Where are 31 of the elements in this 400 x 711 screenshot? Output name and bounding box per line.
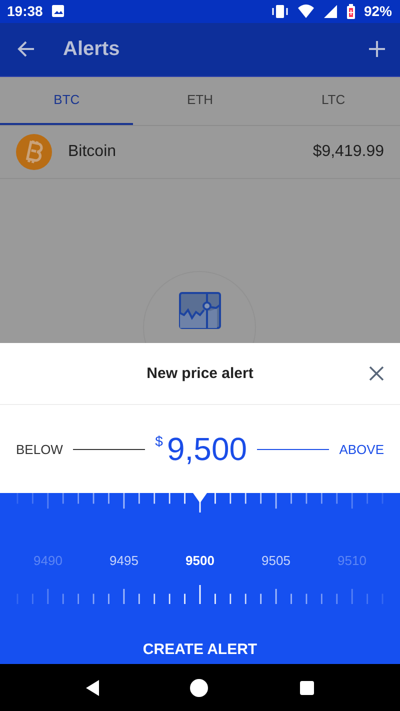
create-alert-button[interactable]: CREATE ALERT bbox=[130, 635, 270, 664]
recents-icon[interactable] bbox=[299, 680, 316, 696]
vibrate-icon bbox=[270, 4, 289, 19]
home-icon[interactable] bbox=[189, 678, 210, 698]
currency-sign: $ bbox=[155, 432, 163, 449]
screen-title: Alerts bbox=[63, 38, 121, 61]
add-icon[interactable] bbox=[368, 40, 386, 58]
coin-name: Bitcoin bbox=[68, 142, 118, 161]
ruler-value[interactable]: 9500 bbox=[162, 552, 238, 568]
wifi-icon bbox=[296, 4, 315, 19]
coin-price: $9,419.99 bbox=[312, 142, 384, 161]
ruler-value[interactable]: 9495 bbox=[86, 552, 162, 568]
close-button[interactable] bbox=[369, 366, 384, 382]
clock-time: 19:38 bbox=[7, 3, 43, 20]
image-icon bbox=[50, 4, 65, 18]
price-value: 9,500 bbox=[166, 430, 248, 468]
battery-icon bbox=[346, 4, 356, 19]
back-arrow-icon[interactable] bbox=[16, 39, 36, 60]
ruler-value[interactable]: 9505 bbox=[238, 552, 314, 568]
direction-option[interactable]: ABOVE bbox=[339, 442, 384, 457]
dialog-title: New price alert bbox=[146, 365, 254, 382]
bitcoin-logo-icon bbox=[16, 134, 52, 170]
direction-option[interactable]: BELOW bbox=[16, 442, 63, 457]
pointer-icon bbox=[193, 493, 207, 504]
coin-tab[interactable]: ETH bbox=[133, 76, 267, 125]
chart-icon bbox=[179, 292, 221, 329]
back-icon[interactable] bbox=[84, 678, 100, 697]
coin-tab[interactable]: LTC bbox=[266, 76, 400, 125]
battery-level: 92% bbox=[364, 3, 392, 20]
signal-icon bbox=[322, 4, 338, 19]
close-icon bbox=[369, 366, 384, 382]
